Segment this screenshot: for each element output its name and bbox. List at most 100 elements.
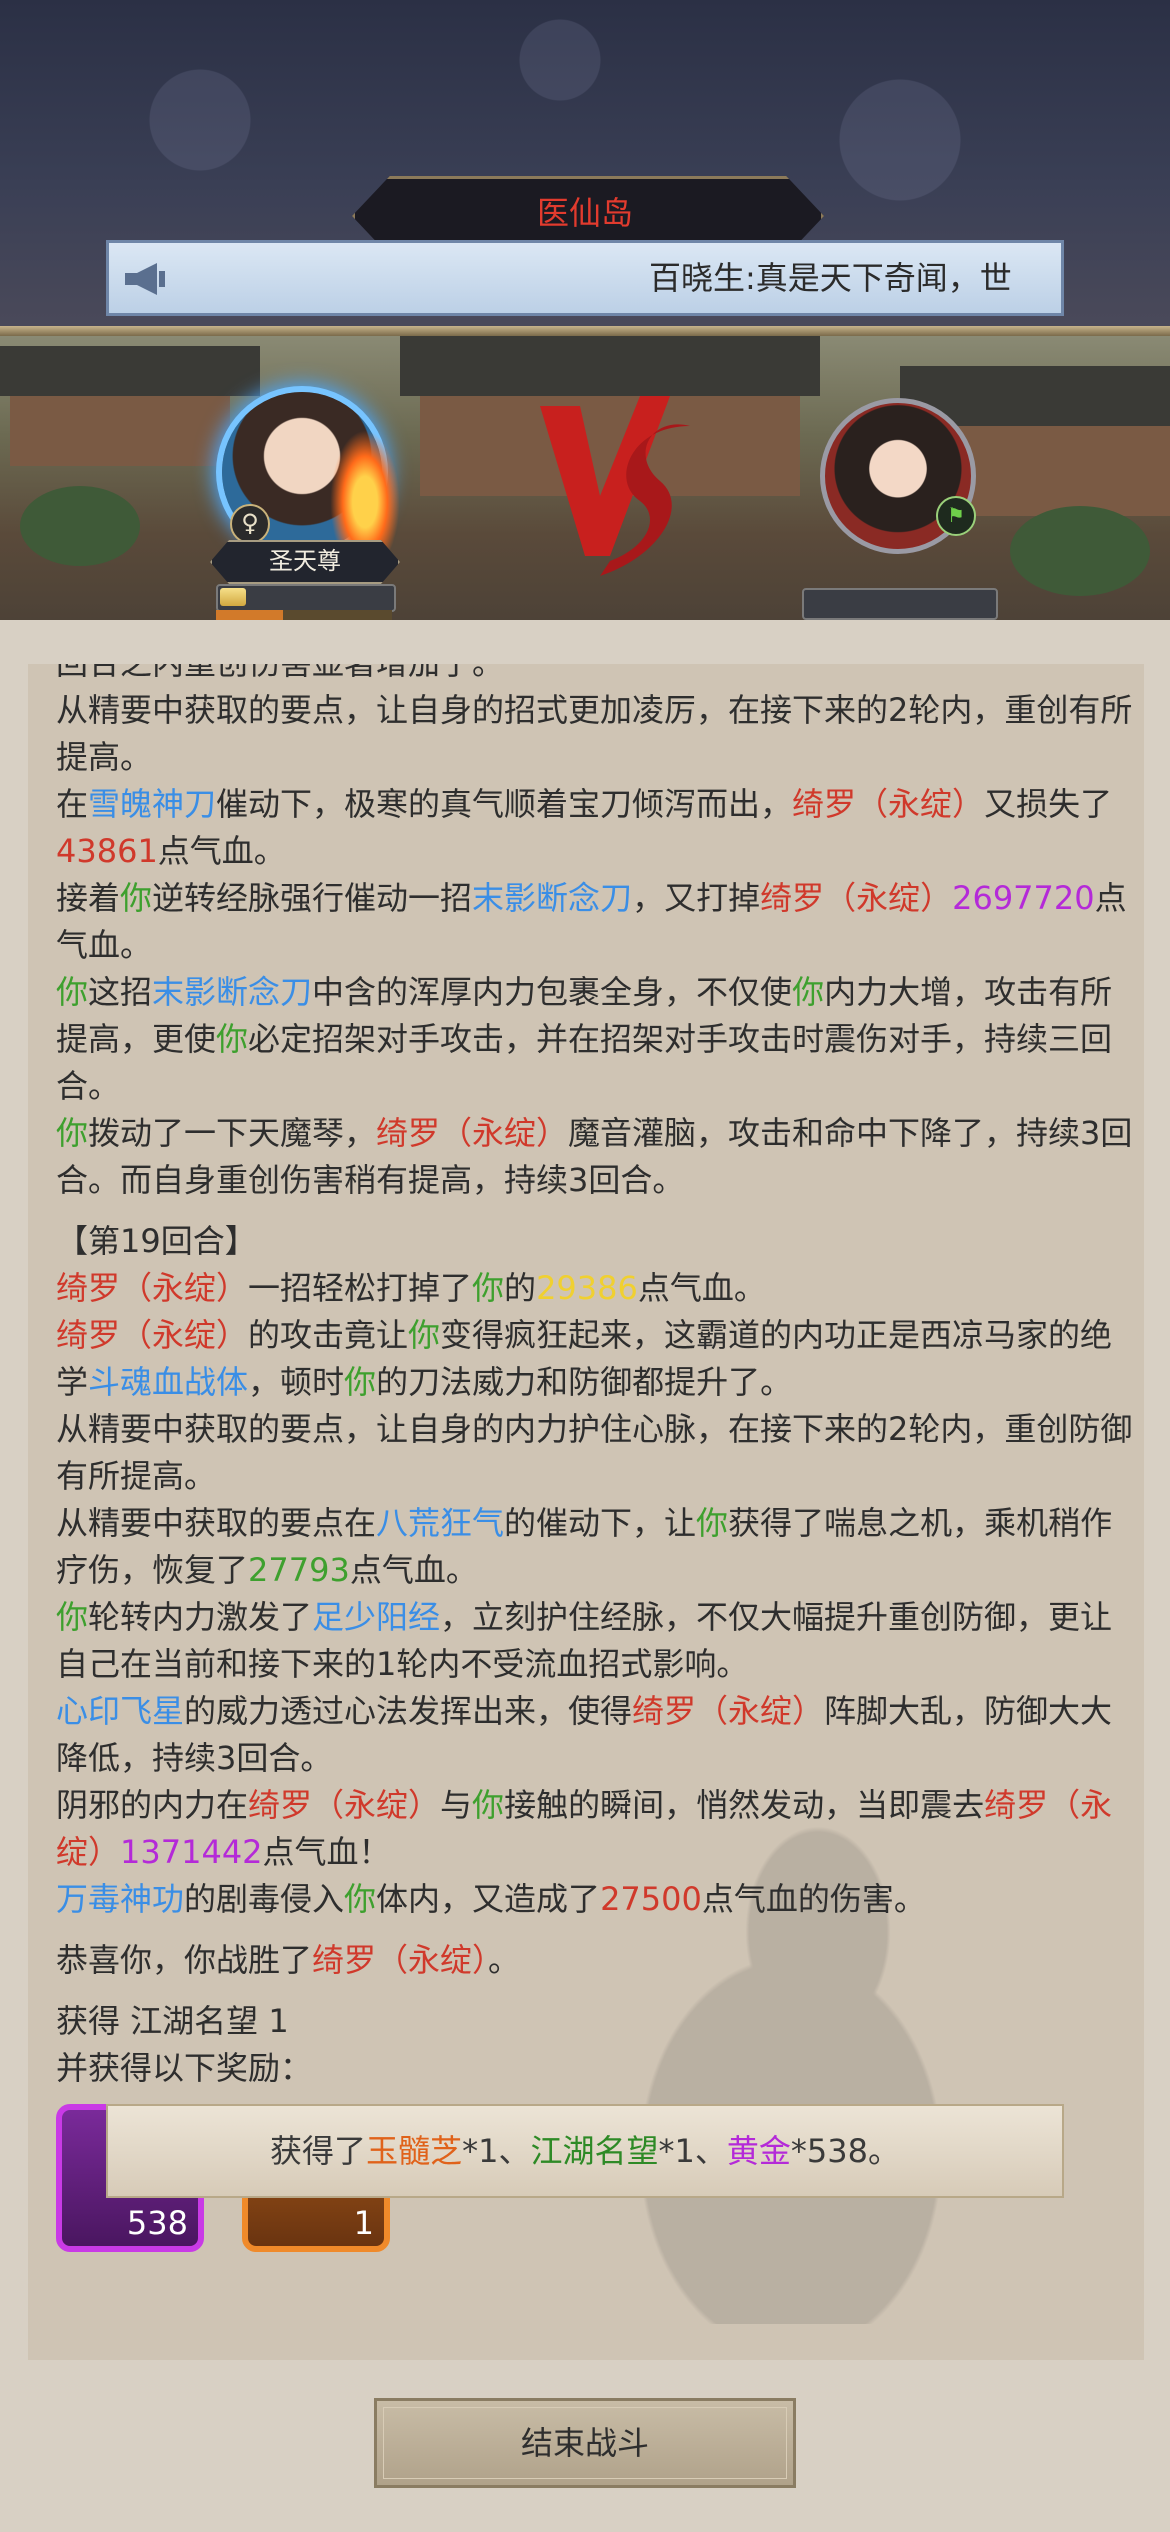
log-text: 轮转内力激发了 [88, 1598, 313, 1636]
location-title: 医仙岛 [536, 194, 633, 232]
log-text: 。 [488, 1941, 521, 1979]
log-line: 并获得以下奖励： [56, 2045, 1136, 2092]
log-text: 在 [56, 785, 89, 823]
log-text: 接着 [56, 879, 121, 917]
enemy-hp-bar [802, 588, 998, 620]
log-line: 你轮转内力激发了足少阳经，立刻护住经脉，不仅大幅提升重创防御，更让自己在当前和接… [56, 1594, 1136, 1688]
log-line: 从精要中获取的要点，让自身的招式更加凌厉，在接下来的2轮内，重创有所提高。 [56, 687, 1136, 781]
log-line: 在雪魄神刀催动下，极寒的真气顺着宝刀倾泻而出，绮罗（永绽）又损失了 43861点气… [56, 781, 1136, 875]
toast-item-2-qty: *1、 [658, 2132, 727, 2170]
log-line: 接着你逆转经脉强行催动一招末影断念刀，又打掉绮罗（永绽）2697720点气血。 [56, 875, 1136, 969]
log-highlight: 雪魄神刀 [88, 785, 217, 823]
log-text: 与 [440, 1786, 473, 1824]
log-highlight: 末影断念刀 [152, 973, 313, 1011]
tree [20, 486, 140, 566]
log-line: 从精要中获取的要点，让自身的内力护住心脉，在接下来的2轮内，重创防御有所提高。 [56, 1406, 1136, 1500]
log-highlight: 足少阳经 [312, 1598, 441, 1636]
player-mp-bar [216, 610, 392, 620]
log-text: 点气血！ [262, 1833, 391, 1871]
log-line: 绮罗（永绽）的攻击竟让你变得疯狂起来，这霸道的内功正是西凉马家的绝学斗魂血战体，… [56, 1312, 1136, 1406]
player-hp-bar [216, 584, 396, 612]
reward-toast: 获得了玉髓芝*1、江湖名望*1、黄金*538。 [106, 2104, 1064, 2198]
battle-scene [0, 336, 1170, 620]
log-highlight: 27793 [248, 1551, 350, 1589]
log-text: 阴邪的内力在 [56, 1786, 249, 1824]
log-text: 的攻击竟让 [248, 1316, 409, 1354]
log-highlight: 你 [120, 879, 153, 917]
log-line: 心印飞星的威力透过心法发挥出来，使得绮罗（永绽）阵脚大乱，防御大大降低，持续3回… [56, 1688, 1136, 1782]
player-mp-fill [216, 610, 283, 620]
toast-item-2: 江湖名望 [530, 2132, 659, 2170]
log-text: ，又打掉 [632, 879, 761, 917]
log-text: 的剧毒侵入 [184, 1880, 345, 1918]
palace-roof [0, 346, 260, 396]
log-text: 获得 江湖名望 1 [56, 2002, 289, 2040]
palace-hall [10, 396, 230, 466]
log-highlight: 你 [408, 1316, 441, 1354]
battle-log: 回合之内重创伤害显著增加了。从精要中获取的要点，让自身的招式更加凌厉，在接下来的… [56, 664, 1136, 2092]
log-highlight: 斗魂血战体 [88, 1363, 249, 1401]
log-text: 点气血。 [157, 832, 286, 870]
tree [1010, 506, 1150, 596]
log-text: 点气血。 [637, 1269, 766, 1307]
log-text: 又损失了 [984, 785, 1113, 823]
player-name: 圣天尊 [210, 540, 400, 584]
log-text: 点气血的伤害。 [701, 1880, 926, 1918]
log-highlight: 29386 [536, 1269, 638, 1307]
log-line: 阴邪的内力在绮罗（永绽）与你接触的瞬间，悄然发动，当即震去绮罗（永绽）13714… [56, 1782, 1136, 1876]
log-text: 一招轻松打掉了 [248, 1269, 473, 1307]
log-highlight: 你 [56, 1598, 89, 1636]
log-text: 恭喜你，你战胜了 [56, 1941, 313, 1979]
announcement-bar[interactable]: 百晓生:真是天下奇闻，世 [106, 240, 1064, 316]
log-line: 恭喜你，你战胜了绮罗（永绽）。 [56, 1937, 1136, 1984]
toast-item-1: 玉髓芝 [366, 2132, 463, 2170]
toast-item-3-qty: *538。 [790, 2132, 900, 2170]
toast-item-1-qty: *1、 [462, 2132, 531, 2170]
end-battle-button[interactable]: 结束战斗 [374, 2398, 796, 2488]
log-text: 的 [504, 1269, 537, 1307]
log-highlight: 你 [56, 973, 89, 1011]
log-text: 拨动了一下天魔琴， [88, 1114, 377, 1152]
boot-icon: ⚑ [936, 496, 976, 536]
log-highlight: 你 [216, 1020, 249, 1058]
log-line: 万毒神功的剧毒侵入你体内，又造成了27500点气血的伤害。 [56, 1876, 1136, 1923]
log-highlight: 你 [472, 1269, 505, 1307]
log-text: 从精要中获取的要点，让自身的内力护住心脉，在接下来的2轮内，重创防御有所提高。 [56, 1410, 1133, 1495]
log-text: 回合之内重创伤害显著增加了。 [56, 664, 504, 682]
round-header: 【第19回合】 [56, 1222, 257, 1260]
log-highlight: 绮罗（永绽） [56, 1316, 249, 1354]
log-text: 并获得以下奖励： [56, 2049, 313, 2087]
fire-aura-icon [330, 430, 400, 550]
log-highlight: 你 [56, 1114, 89, 1152]
log-highlight: 绮罗（永绽） [792, 785, 985, 823]
log-text: 的威力透过心法发挥出来，使得 [184, 1692, 633, 1730]
log-highlight: 43861 [56, 832, 158, 870]
log-highlight: 绮罗（永绽） [56, 1269, 249, 1307]
toast-item-3: 黄金 [726, 2132, 791, 2170]
log-text: 催动下，极寒的真气顺着宝刀倾泻而出， [216, 785, 793, 823]
log-text: 从精要中获取的要点在 [56, 1504, 377, 1542]
log-highlight: 2697720 [952, 879, 1095, 917]
log-text: 点气血。 [349, 1551, 478, 1589]
log-highlight: 27500 [600, 1880, 702, 1918]
log-highlight: 1371442 [120, 1833, 263, 1871]
log-highlight: 绮罗（永绽） [376, 1114, 569, 1152]
log-highlight: 绮罗（永绽） [632, 1692, 825, 1730]
log-highlight: 你 [792, 973, 825, 1011]
log-text: 的催动下，让 [504, 1504, 697, 1542]
log-highlight: 八荒狂气 [376, 1504, 505, 1542]
log-highlight: 绮罗（永绽） [312, 1941, 489, 1979]
log-text: 这招 [88, 973, 153, 1011]
log-highlight: 绮罗（永绽） [248, 1786, 441, 1824]
log-highlight: 你 [344, 1363, 377, 1401]
log-line: 从精要中获取的要点在八荒狂气的催动下，让你获得了喘息之机，乘机稍作疗伤，恢复了2… [56, 1500, 1136, 1594]
versus-icon [540, 396, 690, 576]
log-line: 你这招末影断念刀中含的浑厚内力包裹全身，不仅使你内力大增，攻击有所提高，更使你必… [56, 969, 1136, 1110]
megaphone-icon [125, 263, 165, 295]
log-highlight: 你 [472, 1786, 505, 1824]
announcement-text: 百晓生:真是天下奇闻，世 [649, 259, 1012, 297]
end-button-frame [383, 2407, 787, 2479]
header-divider [0, 326, 1170, 336]
log-line: 获得 江湖名望 1 [56, 1998, 1136, 2045]
log-text: 体内，又造成了 [376, 1880, 601, 1918]
